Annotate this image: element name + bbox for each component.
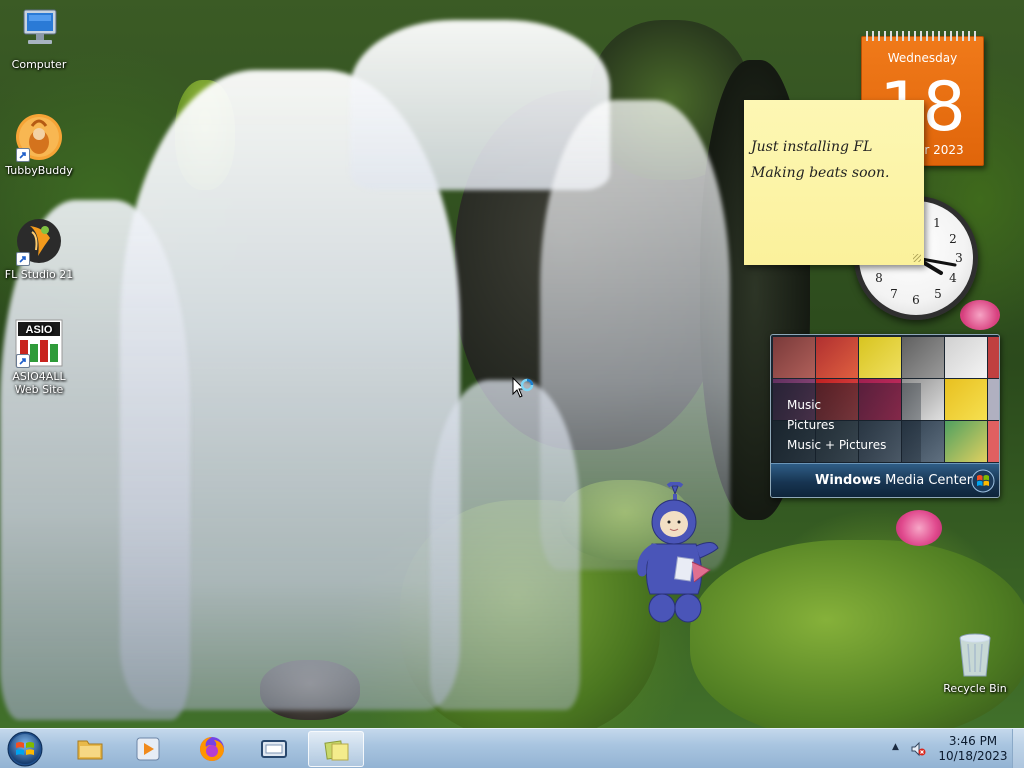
svg-text:ASIO: ASIO [26, 324, 53, 336]
clock-time: 3:46 PM [948, 734, 998, 748]
svg-text:6: 6 [912, 293, 920, 307]
menu-item-music[interactable]: Music [787, 395, 886, 415]
svg-text:4: 4 [949, 271, 957, 285]
desktop-icon-recycle-bin[interactable]: Recycle Bin [938, 630, 1012, 695]
svg-text:7: 7 [890, 287, 898, 301]
menu-item-pictures[interactable]: Pictures [787, 415, 886, 435]
busy-cursor-icon [512, 376, 538, 409]
window-icon [260, 735, 288, 763]
svg-text:1: 1 [933, 216, 941, 230]
tubbybuddy-icon [14, 112, 64, 162]
sticky-note-line1: Just installing FL [751, 139, 873, 155]
sticky-notes-icon [323, 736, 351, 764]
firefox-icon [198, 735, 226, 763]
media-center-gadget[interactable]: Music Pictures Music + Pictures Windows … [770, 334, 1000, 498]
desktop-icon-fl-studio[interactable]: FL Studio 21 [2, 216, 76, 281]
windows-logo-icon [971, 469, 995, 493]
media-center-title: Windows Media Center [815, 473, 973, 488]
taskbar-button-firefox[interactable] [184, 731, 240, 767]
system-tray: ▲ 3:46 PM 10/18/2023 [884, 729, 1024, 768]
windows-orb-icon [7, 731, 43, 767]
desktop-icon-tubbybuddy[interactable]: TubbyBuddy [2, 112, 76, 177]
folder-icon [76, 735, 104, 763]
calendar-weekday: Wednesday [887, 51, 958, 65]
shortcut-arrow-icon [16, 148, 30, 162]
show-desktop-button[interactable] [1012, 729, 1024, 768]
fl-studio-icon [14, 216, 64, 266]
menu-item-music-pictures[interactable]: Music + Pictures [787, 435, 886, 455]
taskbar-clock[interactable]: 3:46 PM 10/18/2023 [938, 734, 1008, 764]
sticky-note-line2: Making beats soon. [751, 165, 890, 181]
show-hidden-icons-icon[interactable]: ▲ [892, 742, 899, 752]
svg-text:3: 3 [955, 251, 963, 265]
svg-text:5: 5 [934, 287, 942, 301]
svg-text:2: 2 [949, 232, 957, 246]
volume-muted-icon[interactable] [910, 741, 926, 757]
computer-icon [14, 6, 64, 56]
desktop-icon-label: TubbyBuddy [5, 164, 73, 177]
desktop-icon-computer[interactable]: Computer [2, 6, 76, 71]
desktop-icon-label-line2: Web Site [14, 383, 64, 396]
calendar-binding [866, 31, 979, 41]
media-player-icon [134, 735, 162, 763]
taskbar-button-app-window[interactable] [246, 731, 302, 767]
clock-date: 10/18/2023 [938, 749, 1008, 763]
asio4all-icon: ASIO [14, 318, 64, 368]
tubbybuddy-character[interactable] [628, 481, 724, 632]
desktop-icon-label: FL Studio 21 [4, 268, 74, 281]
taskbar-button-sticky-notes[interactable] [308, 731, 364, 767]
desktop-icon-label: Recycle Bin [943, 682, 1007, 695]
desktop-icon-asio4all[interactable]: ASIO ASIO4ALL Web Site [2, 318, 76, 396]
media-center-menu: Music Pictures Music + Pictures [787, 395, 886, 455]
taskbar-button-windows-explorer[interactable] [62, 731, 118, 767]
desktop-icon-label: Computer [11, 58, 67, 71]
sticky-note[interactable]: Just installing FL Making beats soon. [744, 100, 924, 265]
shortcut-arrow-icon [16, 354, 30, 368]
desktop-icon-label-line1: ASIO4ALL [12, 370, 66, 383]
start-button[interactable] [4, 730, 46, 768]
media-center-footer[interactable]: Windows Media Center [771, 463, 999, 497]
taskbar-button-media-player[interactable] [120, 731, 176, 767]
recycle-bin-icon [950, 630, 1000, 680]
taskbar: ▲ 3:46 PM 10/18/2023 [0, 728, 1024, 768]
svg-text:8: 8 [875, 271, 883, 285]
resize-grip-icon[interactable] [913, 254, 921, 262]
shortcut-arrow-icon [16, 252, 30, 266]
